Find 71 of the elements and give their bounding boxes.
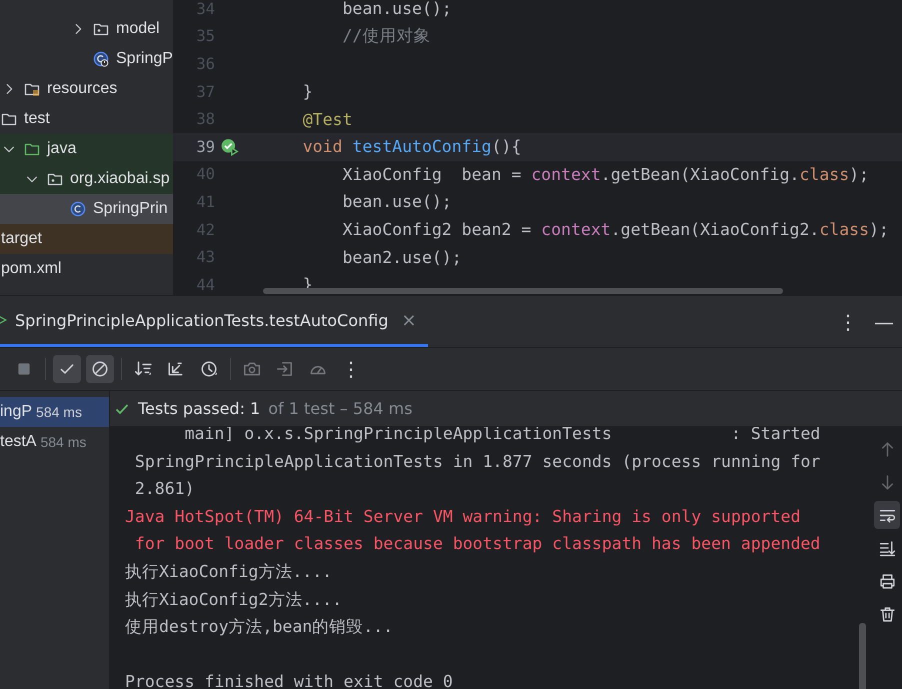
tree-row[interactable]: test [0, 104, 173, 134]
tree-row[interactable]: SpringP [0, 44, 173, 74]
code-line: XiaoConfig2 bean2 = context.getBean(XiaoConfig2.class); [341, 220, 889, 240]
trash-icon [878, 606, 896, 622]
item-label: org.xiaobai.sp [70, 170, 170, 188]
item-label: pom.xml [1, 260, 62, 278]
vertical-scrollbar[interactable] [859, 623, 866, 689]
more-button[interactable]: ⋮ [337, 355, 365, 383]
code-line: bean.use(); [341, 0, 452, 18]
console-line: SpringPrincipleApplicationTests in 1.877 seconds (process running for [134, 450, 822, 473]
item-label: SpringPrin [93, 200, 168, 218]
test-passed-run-icon[interactable] [220, 138, 240, 156]
code-line: XiaoConfig bean = context.getBean(XiaoConfig.class); [341, 164, 869, 184]
item-label: SpringP [116, 50, 173, 68]
console-line: 执行XiaoConfig方法.... [125, 560, 334, 583]
console-line: Process finished with exit code 0 [125, 671, 454, 689]
code-line: @Test [302, 110, 352, 129]
checkmark-button[interactable] [53, 355, 81, 383]
console-line: 2.861) [134, 478, 196, 500]
line-number: 39 [195, 138, 215, 156]
package-folder-icon [47, 171, 63, 187]
code-line: bean.use(); [341, 192, 452, 212]
minimize-button[interactable]: — [866, 296, 902, 347]
tree-row[interactable]: model [0, 14, 173, 44]
test-status-summary: Tests passed: 1 [138, 399, 260, 418]
code-line: void testAutoConfig(){ [302, 137, 522, 156]
test-name: ingP [0, 403, 32, 421]
code-line: bean2.use(); [341, 248, 462, 267]
code-line: } [302, 82, 313, 102]
console-line: 使用destroy方法,bean的销毁... [125, 616, 394, 638]
import-icon [276, 360, 294, 378]
class-icon [70, 201, 86, 217]
horizontal-scrollbar[interactable] [263, 288, 783, 294]
ban-button[interactable] [86, 355, 114, 383]
tree-row[interactable]: org.xiaobai.sp [0, 164, 173, 194]
console-error-line: for boot loader classes because bootstrap classpath has been appended [134, 533, 822, 556]
resources-folder-icon [24, 81, 40, 97]
close-tab-button[interactable]: × [401, 310, 416, 330]
code-line: //使用对象 [341, 25, 430, 48]
item-label: test [24, 110, 50, 128]
test-duration: 584 ms [40, 434, 86, 450]
collapse-icon [167, 360, 185, 378]
printer-icon [878, 572, 896, 590]
package-folder-icon [93, 21, 109, 37]
console-line: 执行XiaoConfig2方法.... [125, 588, 344, 611]
class-icon [93, 51, 109, 67]
test-duration: 584 ms [36, 404, 82, 420]
item-label: resources [47, 80, 118, 98]
folder-icon [24, 141, 40, 157]
tree-row[interactable]: java [0, 134, 173, 164]
console-error-line: Java HotSpot(TM) 64-Bit Server VM warning: Sharing is only supported [125, 506, 802, 528]
ban-icon [91, 360, 109, 378]
clock-icon [200, 360, 218, 378]
scroll-to-end-icon [878, 540, 896, 556]
item-label: java [47, 140, 76, 158]
test-tree-row[interactable]: ingP 584 ms [0, 397, 109, 427]
tree-row[interactable]: pom.xml [0, 254, 173, 284]
item-label: target [1, 230, 42, 248]
tree-row[interactable]: SpringPrin [0, 194, 173, 224]
sort-icon [134, 360, 152, 378]
item-label: model [116, 20, 160, 38]
tree-row[interactable]: resources [0, 74, 173, 104]
folder-icon [1, 111, 17, 127]
test-name: testA [0, 433, 36, 451]
test-tree-row[interactable]: testA 584 ms [0, 427, 109, 457]
test-status-detail: of 1 test – 584 ms [268, 399, 412, 418]
soft-wrap-button[interactable] [874, 501, 900, 529]
camera-icon [243, 360, 261, 378]
tab-label[interactable]: SpringPrincipleApplicationTests.testAutoConfig [15, 310, 388, 330]
more-button[interactable]: ⋮ [830, 296, 866, 347]
tree-row[interactable]: target [0, 224, 173, 254]
